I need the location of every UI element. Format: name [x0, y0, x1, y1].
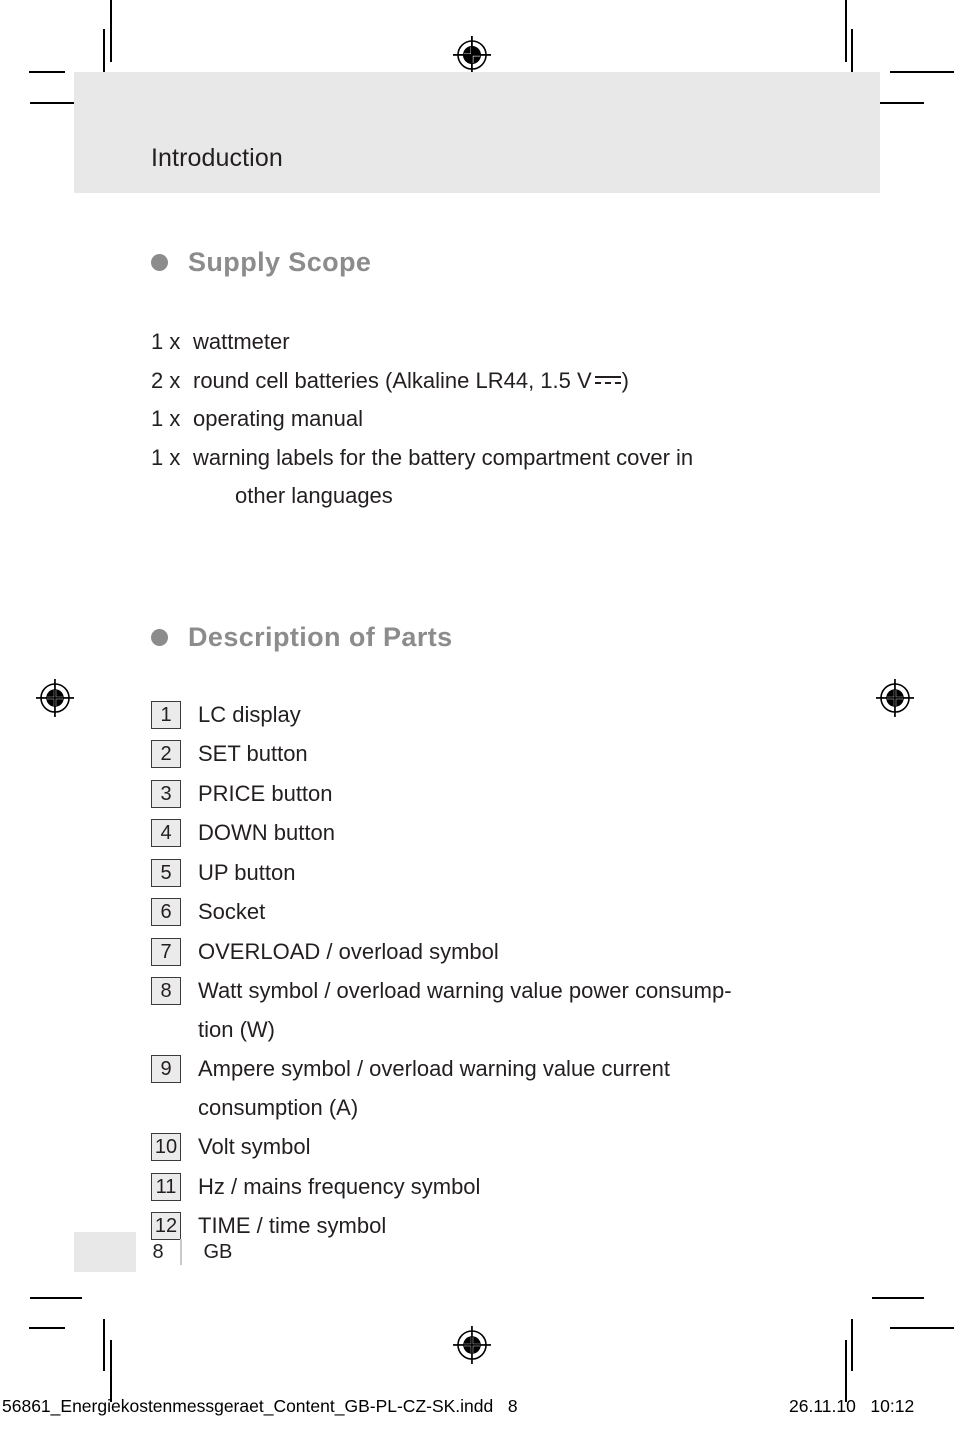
section-heading-label: Supply Scope — [188, 247, 372, 277]
part-label: PRICE button — [198, 780, 333, 806]
part-number-badge: 6 — [151, 898, 181, 926]
crop-mark-bottom-left-horizontal — [29, 1327, 65, 1329]
supply-description-line2: other languages — [235, 483, 393, 508]
imprint-filename: 56861_Energiekostenmessgeraet_Content_GB… — [2, 1396, 518, 1416]
list-item: 4 DOWN button — [151, 814, 851, 853]
crop-mark-top-right-horizontal — [890, 71, 954, 73]
part-label-line2: consumption (A) — [198, 1094, 359, 1120]
list-item: 8 Watt symbol / overload warning value p… — [151, 972, 851, 1049]
supply-description: operating manual — [193, 406, 364, 431]
bullet-dot-icon — [151, 628, 168, 646]
list-item: 9 Ampere symbol / overload warning value… — [151, 1050, 851, 1127]
supply-description-text: round cell batteries (Alkaline LR44, 1.5… — [193, 367, 592, 393]
list-item: 3 PRICE button — [151, 775, 851, 814]
supply-description-line1: warning labels for the battery compartme… — [193, 444, 694, 470]
page-footer: 8 GB — [74, 1232, 232, 1272]
footer-color-block — [74, 1232, 136, 1272]
list-item: 11 Hz / mains frequency symbol — [151, 1168, 851, 1207]
part-number-badge: 11 — [151, 1172, 181, 1201]
registration-mark-bottom — [450, 1323, 494, 1367]
part-number-badge: 4 — [151, 819, 181, 847]
trim-mark-bottom-left-inner — [103, 1319, 105, 1371]
footer-page-number: 8 — [152, 1240, 164, 1263]
list-item: 1 x warning labels for the battery compa… — [151, 439, 851, 516]
supply-description: warning labels for the battery compartme… — [193, 439, 851, 516]
page-content: Supply Scope 1 x wattmeter 2 x round cel… — [151, 224, 851, 1247]
section-heading-description-of-parts: Description of Parts — [151, 621, 851, 652]
list-item: 7 OVERLOAD / overload symbol — [151, 933, 851, 972]
list-item: 2 SET button — [151, 735, 851, 774]
dc-voltage-icon — [594, 375, 621, 387]
part-number-badge: 5 — [151, 858, 181, 887]
supply-description: wattmeter — [193, 329, 290, 354]
trim-mark-bottom-right-inner — [851, 1319, 853, 1371]
running-header-band — [74, 72, 880, 193]
list-item: 1 x wattmeter — [151, 323, 851, 362]
list-item: 6 Socket — [151, 893, 851, 932]
part-label: Watt symbol / overload warning value pow… — [198, 972, 732, 1049]
footer-language-code: GB — [203, 1240, 233, 1263]
supply-quantity: 1 x — [151, 444, 181, 470]
part-label: Ampere symbol / overload warning value c… — [198, 1050, 670, 1127]
part-label-line2: tion (W) — [198, 1016, 275, 1042]
crop-mark-bottom-right-horizontal — [890, 1327, 954, 1329]
part-label: Socket — [198, 899, 266, 924]
crop-mark-top-left-horizontal — [29, 71, 65, 73]
part-number-badge: 2 — [151, 740, 181, 768]
footer-divider — [180, 1239, 182, 1265]
part-label: LC display — [198, 701, 301, 727]
part-number-badge: 1 — [151, 700, 181, 729]
crop-mark-bottom-left-vertical — [110, 1340, 112, 1402]
part-number-badge: 7 — [151, 937, 181, 966]
part-number-badge: 10 — [151, 1133, 181, 1161]
supply-description-suffix: ) — [621, 367, 629, 393]
list-item: 2 x round cell batteries (Alkaline LR44,… — [151, 362, 851, 401]
part-number-badge: 8 — [151, 977, 181, 1005]
running-header-title: Introduction — [151, 144, 283, 172]
part-number-badge: 9 — [151, 1055, 181, 1083]
parts-list: 1 LC display 2 SET button 3 PRICE button… — [151, 696, 851, 1246]
part-label: OVERLOAD / overload symbol — [198, 938, 499, 964]
crop-mark-top-right-vertical — [845, 0, 847, 62]
registration-mark-left — [33, 676, 77, 720]
part-label: Hz / mains frequency symbol — [198, 1173, 481, 1199]
part-number-badge: 3 — [151, 779, 181, 808]
part-label: SET button — [198, 741, 308, 766]
registration-mark-top — [450, 33, 494, 77]
section-heading-label: Description of Parts — [188, 621, 453, 652]
supply-scope-list: 1 x wattmeter 2 x round cell batteries (… — [151, 323, 851, 516]
part-label-line1: Watt symbol / overload warning value pow… — [198, 978, 732, 1003]
supply-quantity: 2 x — [151, 367, 181, 393]
supply-quantity: 1 x — [151, 329, 181, 354]
part-label: Volt symbol — [198, 1134, 311, 1159]
part-label: UP button — [198, 859, 296, 885]
part-label-line1: Ampere symbol / overload warning value c… — [198, 1056, 671, 1081]
supply-description: round cell batteries (Alkaline LR44, 1.5… — [193, 362, 851, 401]
list-item: 1 LC display — [151, 696, 851, 735]
section-heading-supply-scope: Supply Scope — [151, 249, 851, 276]
crop-mark-top-left-vertical — [110, 0, 112, 62]
supply-quantity: 1 x — [151, 406, 181, 431]
list-item: 1 x operating manual — [151, 400, 851, 439]
document-page: Introduction Supply Scope 1 x wattmeter … — [74, 72, 880, 1304]
crop-mark-bottom-right-vertical — [845, 1340, 847, 1402]
bullet-dot-icon — [151, 254, 168, 271]
list-item: 5 UP button — [151, 854, 851, 893]
imprint-timestamp: 26.11.10 10:12 — [789, 1396, 915, 1416]
list-item: 12 TIME / time symbol — [151, 1207, 851, 1246]
part-label: DOWN button — [198, 820, 335, 845]
list-item: 10 Volt symbol — [151, 1128, 851, 1167]
